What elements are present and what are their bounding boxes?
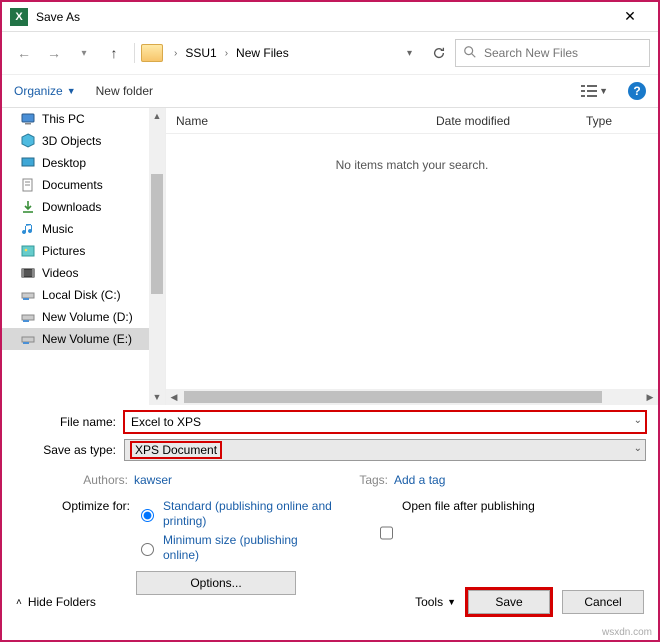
tree-new-volume-e[interactable]: New Volume (E:) <box>2 328 165 350</box>
documents-icon <box>20 177 36 193</box>
footer: ˄ Hide Folders Tools ▼ Save Cancel <box>2 584 658 620</box>
close-button[interactable]: ✕ <box>610 8 650 25</box>
forward-button: → <box>40 39 68 67</box>
desktop-icon <box>20 155 36 171</box>
chevron-right-icon: › <box>221 48 232 59</box>
chevron-down-icon[interactable]: ⌄ <box>634 443 642 454</box>
breadcrumb-seg[interactable]: SSU1 <box>185 46 216 60</box>
chevron-down-icon: ▼ <box>447 597 456 607</box>
savetype-label: Save as type: <box>14 443 124 457</box>
drive-icon <box>20 309 36 325</box>
filename-label: File name: <box>14 415 124 429</box>
downloads-icon <box>20 199 36 215</box>
new-folder-button[interactable]: New folder <box>96 84 153 98</box>
column-headers: Name Date modified Type <box>166 108 658 134</box>
chevron-down-icon[interactable]: ⌄ <box>634 415 642 426</box>
scroll-thumb[interactable] <box>184 391 602 403</box>
cancel-button[interactable]: Cancel <box>562 590 644 614</box>
h-scrollbar[interactable]: ◀ ▶ <box>166 389 658 405</box>
watermark: wsxdn.com <box>602 627 652 638</box>
help-button[interactable]: ? <box>628 82 646 100</box>
col-name[interactable]: Name <box>166 114 426 128</box>
back-button[interactable]: ← <box>10 39 38 67</box>
savetype-combo[interactable]: XPS Document <box>124 439 646 461</box>
optimize-minimum-radio[interactable]: Minimum size (publishing online) <box>136 533 336 563</box>
breadcrumb[interactable]: › SSU1 › New Files ▾ <box>165 39 423 67</box>
tree-downloads[interactable]: Downloads <box>2 196 165 218</box>
title-bar: X Save As ✕ <box>2 2 658 32</box>
tree-new-volume-d[interactable]: New Volume (D:) <box>2 306 165 328</box>
up-button[interactable]: ↑ <box>100 39 128 67</box>
tree-documents[interactable]: Documents <box>2 174 165 196</box>
drive-icon <box>20 331 36 347</box>
save-button[interactable]: Save <box>468 590 550 614</box>
tree-videos[interactable]: Videos <box>2 262 165 284</box>
folder-icon <box>141 44 163 62</box>
music-icon <box>20 221 36 237</box>
checkbox-input[interactable] <box>380 502 393 564</box>
drive-icon <box>20 287 36 303</box>
excel-icon: X <box>10 8 28 26</box>
optimize-standard-radio[interactable]: Standard (publishing online and printing… <box>136 499 336 529</box>
nav-tree: This PC 3D Objects Desktop Documents Dow… <box>2 108 165 405</box>
scroll-up-icon[interactable]: ▲ <box>149 108 165 124</box>
organize-menu[interactable]: Organize▼ <box>14 84 76 98</box>
empty-message: No items match your search. <box>166 134 658 389</box>
tags-value[interactable]: Add a tag <box>394 473 445 487</box>
scroll-left-icon[interactable]: ◀ <box>166 389 182 405</box>
search-icon <box>463 45 477 59</box>
pc-icon <box>20 111 36 127</box>
breadcrumb-dropdown[interactable]: ▾ <box>401 48 418 59</box>
scroll-down-icon[interactable]: ▼ <box>149 389 165 405</box>
tags-label: Tags: <box>334 473 394 487</box>
scroll-thumb[interactable] <box>151 174 163 294</box>
refresh-button[interactable] <box>425 39 453 67</box>
col-date[interactable]: Date modified <box>426 114 576 128</box>
view-menu[interactable]: ▼ <box>581 85 608 97</box>
tree-scrollbar[interactable]: ▲ ▼ <box>149 108 165 405</box>
hide-folders-button[interactable]: ˄ Hide Folders <box>16 595 96 609</box>
toolbar: Organize▼ New folder ▼ ? <box>2 74 658 108</box>
window-title: Save As <box>36 10 610 24</box>
radio-input[interactable] <box>141 502 154 529</box>
nav-bar: ← → ▾ ↑ › SSU1 › New Files ▾ <box>2 32 658 74</box>
chevron-right-icon: › <box>170 48 181 59</box>
open-after-checkbox[interactable]: Open file after publishing <box>376 499 535 567</box>
col-type[interactable]: Type <box>576 114 622 128</box>
authors-label: Authors: <box>74 473 134 487</box>
radio-input[interactable] <box>141 536 154 563</box>
tree-local-disk-c[interactable]: Local Disk (C:) <box>2 284 165 306</box>
file-list: Name Date modified Type No items match y… <box>165 108 658 405</box>
authors-value[interactable]: kawser <box>134 473 172 487</box>
breadcrumb-seg[interactable]: New Files <box>236 46 289 60</box>
chevron-up-icon: ˄ <box>16 597 22 608</box>
body: This PC 3D Objects Desktop Documents Dow… <box>2 108 658 405</box>
save-as-dialog: X Save As ✕ ← → ▾ ↑ › SSU1 › New Files ▾ <box>0 0 660 642</box>
optimize-label: Optimize for: <box>54 499 136 567</box>
tree-pictures[interactable]: Pictures <box>2 240 165 262</box>
search-input[interactable] <box>455 39 650 67</box>
tools-menu[interactable]: Tools ▼ <box>415 595 456 609</box>
videos-icon <box>20 265 36 281</box>
pictures-icon <box>20 243 36 259</box>
tree-3d-objects[interactable]: 3D Objects <box>2 130 165 152</box>
filename-input[interactable] <box>124 411 646 433</box>
tree-desktop[interactable]: Desktop <box>2 152 165 174</box>
savetype-value: XPS Document <box>131 442 221 458</box>
search-box <box>455 39 650 67</box>
tree-music[interactable]: Music <box>2 218 165 240</box>
cube-icon <box>20 133 36 149</box>
recent-dropdown[interactable]: ▾ <box>70 39 98 67</box>
scroll-right-icon[interactable]: ▶ <box>642 389 658 405</box>
tree-this-pc[interactable]: This PC <box>2 108 165 130</box>
form: File name: ⌄ Save as type: XPS Document … <box>2 405 658 595</box>
